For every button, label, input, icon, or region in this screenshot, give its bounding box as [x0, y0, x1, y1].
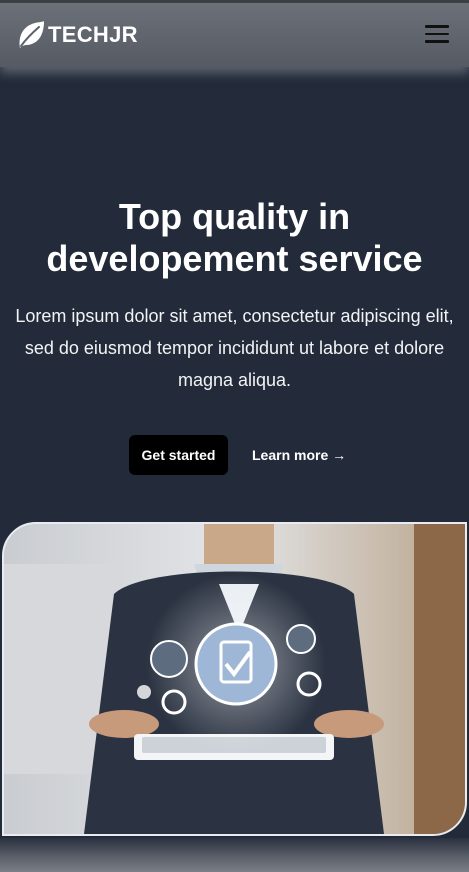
get-started-button[interactable]: Get started [129, 435, 228, 475]
hero-image [2, 522, 467, 836]
leaf-icon [17, 20, 45, 50]
hamburger-menu-icon[interactable] [425, 25, 449, 45]
navbar: TECHJR [0, 3, 469, 67]
hero-description: Lorem ipsum dolor sit amet, consectetur … [15, 306, 454, 390]
hero-title: Top quality in developement service [46, 196, 423, 279]
brand-logo[interactable]: TECHJR [17, 19, 138, 51]
bottom-section-edge [0, 838, 469, 872]
learn-more-link[interactable]: Learn more → [252, 435, 346, 475]
brand-name: TECHJR [48, 22, 138, 47]
